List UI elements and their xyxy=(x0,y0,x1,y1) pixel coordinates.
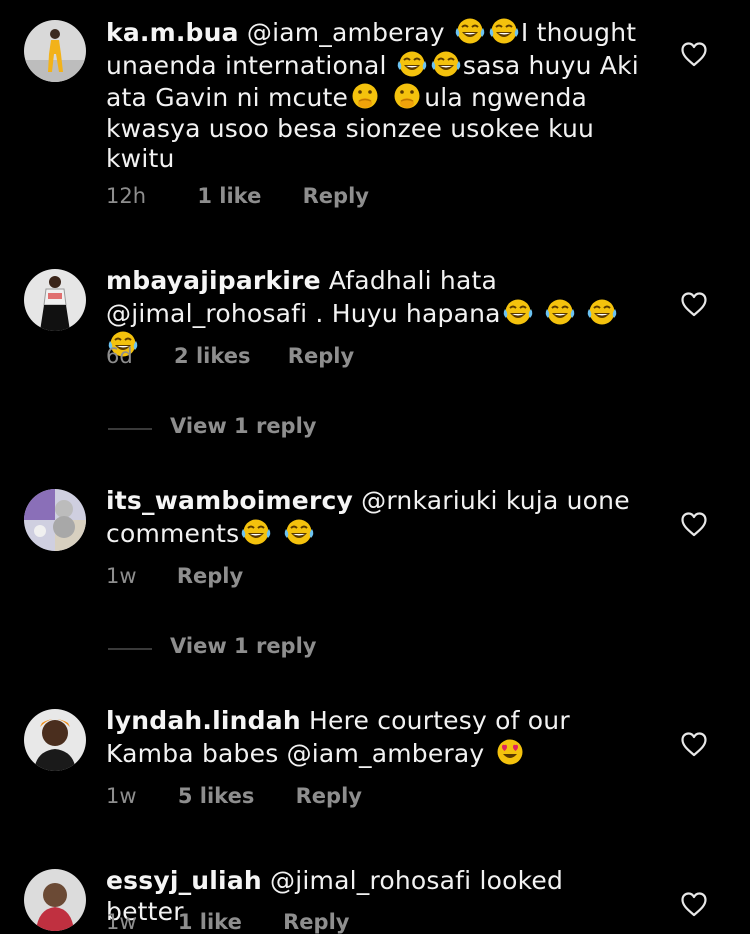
face-with-tears-of-joy-icon xyxy=(454,16,486,46)
reply-divider xyxy=(108,428,152,430)
heart-outline-icon[interactable] xyxy=(680,511,708,537)
heart-eyes-icon xyxy=(494,737,526,767)
comment-meta: 1w 1 like Reply xyxy=(106,910,349,934)
heart-outline-icon[interactable] xyxy=(680,291,708,317)
username[interactable]: mbayajiparkire xyxy=(106,266,321,295)
heart-outline-icon[interactable] xyxy=(680,41,708,67)
avatar[interactable] xyxy=(24,20,86,82)
comment-meta: 12h 1 like Reply xyxy=(106,184,369,208)
comment-meta: 1w Reply xyxy=(106,564,243,588)
face-with-tears-of-joy-icon xyxy=(240,517,272,547)
timestamp: 6d xyxy=(106,344,133,368)
timestamp: 12h xyxy=(106,184,147,208)
face-with-hand-over-mouth-icon xyxy=(391,81,423,111)
face-with-tears-of-joy-icon xyxy=(544,297,576,327)
comment-text: ka.m.bua @iam_amberay I thought unaenda … xyxy=(106,16,646,175)
avatar[interactable] xyxy=(24,489,86,551)
face-with-tears-of-joy-icon xyxy=(502,297,534,327)
heart-outline-icon[interactable] xyxy=(680,891,708,917)
likes-count[interactable]: 5 likes xyxy=(178,784,254,808)
username[interactable]: ka.m.bua xyxy=(106,18,239,47)
timestamp: 1w xyxy=(106,784,137,808)
username[interactable]: lyndah.lindah xyxy=(106,706,301,735)
reply-button[interactable]: Reply xyxy=(296,784,362,808)
face-with-tears-of-joy-icon xyxy=(396,49,428,79)
avatar[interactable] xyxy=(24,269,86,331)
reply-button[interactable]: Reply xyxy=(177,564,243,588)
username[interactable]: its_wamboimercy xyxy=(106,486,353,515)
reply-button[interactable]: Reply xyxy=(283,910,349,934)
heart-outline-icon[interactable] xyxy=(680,731,708,757)
face-with-hand-over-mouth-icon xyxy=(349,81,381,111)
view-replies-button[interactable]: View 1 reply xyxy=(108,634,408,664)
likes-count[interactable]: 1 like xyxy=(197,184,261,208)
reply-divider xyxy=(108,648,152,650)
view-replies-label: View 1 reply xyxy=(170,634,317,658)
comment-text: lyndah.lindah Here courtesy of our Kamba… xyxy=(106,706,646,769)
reply-button[interactable]: Reply xyxy=(288,344,354,368)
comment-text: its_wamboimercy @rnkariuki kuja uone com… xyxy=(106,486,646,549)
view-replies-label: View 1 reply xyxy=(170,414,317,438)
likes-count[interactable]: 1 like xyxy=(178,910,242,934)
face-with-tears-of-joy-icon xyxy=(586,297,618,327)
likes-count[interactable]: 2 likes xyxy=(174,344,250,368)
comment-meta: 6d 2 likes Reply xyxy=(106,344,354,368)
timestamp: 1w xyxy=(106,564,137,588)
face-with-tears-of-joy-icon xyxy=(488,16,520,46)
avatar[interactable] xyxy=(24,709,86,771)
view-replies-button[interactable]: View 1 reply xyxy=(108,414,408,444)
mention[interactable]: @iam_amberay xyxy=(247,18,445,47)
username[interactable]: essyj_uliah xyxy=(106,866,262,895)
avatar[interactable] xyxy=(24,869,86,931)
comment-meta: 1w 5 likes Reply xyxy=(106,784,362,808)
timestamp: 1w xyxy=(106,910,137,934)
face-with-tears-of-joy-icon xyxy=(430,49,462,79)
reply-button[interactable]: Reply xyxy=(303,184,369,208)
face-with-tears-of-joy-icon xyxy=(283,517,315,547)
